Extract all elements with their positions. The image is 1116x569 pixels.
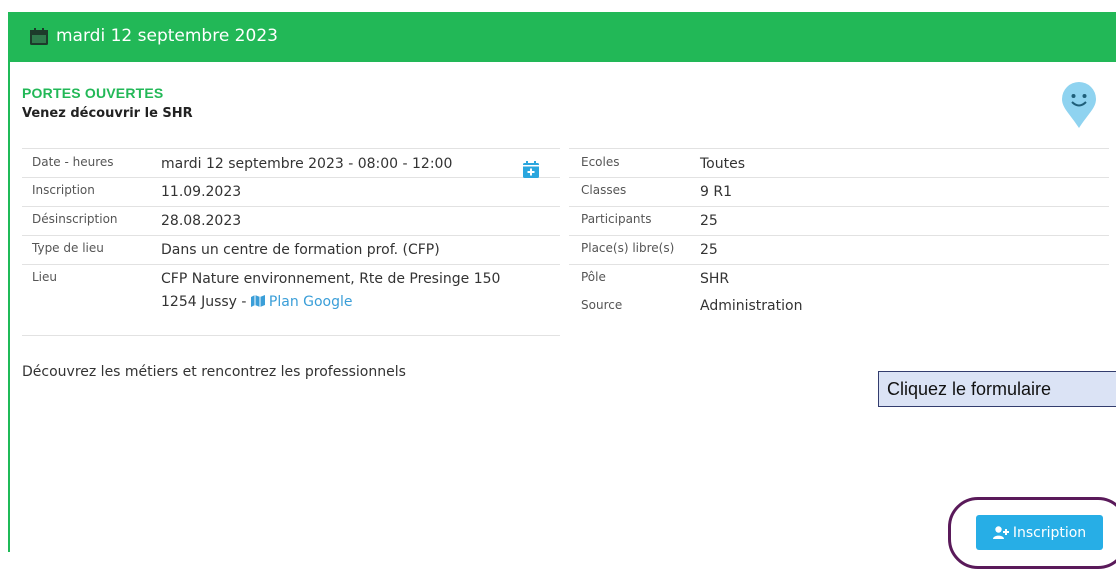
row-value: Administration xyxy=(700,298,803,314)
inscription-button[interactable]: Inscription xyxy=(976,515,1103,550)
row-value: CFP Nature environnement, Rte de Presing… xyxy=(161,271,501,287)
plan-google-link[interactable]: Plan Google xyxy=(269,294,353,310)
header-date-title: mardi 12 septembre 2023 xyxy=(56,26,278,46)
address-line2: 1254 Jussy - xyxy=(161,294,251,310)
table-row: Date - heures mardi 12 septembre 2023 - … xyxy=(22,148,560,174)
details-table-right: Ecoles Toutes Classes 9 R1 Participants … xyxy=(569,148,1109,338)
inscription-label: Inscription xyxy=(1012,524,1087,541)
row-value: Dans un centre de formation prof. (CFP) xyxy=(161,242,440,258)
row-value: 25 xyxy=(700,213,718,229)
card-header: mardi 12 septembre 2023 xyxy=(10,12,1116,62)
event-description: Découvrez les métiers et rencontrez les … xyxy=(22,364,406,380)
row-value: Toutes xyxy=(700,156,746,172)
row-label: Classes xyxy=(581,183,627,197)
smiley-marker-icon xyxy=(1062,82,1096,128)
table-row: Inscription 11.09.2023 xyxy=(22,177,560,203)
row-value: 11.09.2023 xyxy=(161,184,242,200)
row-value: 25 xyxy=(700,242,718,258)
table-row: Classes 9 R1 xyxy=(569,177,1109,203)
calendar-plus-icon[interactable] xyxy=(523,161,539,178)
row-value: mardi 12 septembre 2023 - 08:00 - 12:00 xyxy=(161,156,453,172)
map-icon xyxy=(250,295,265,307)
row-label: Inscription xyxy=(32,183,95,197)
row-label: Source xyxy=(581,298,623,312)
table-row: Pôle SHR xyxy=(569,264,1109,290)
instruction-callout: Cliquez le formulaire xyxy=(878,371,1116,407)
table-row: Type de lieu Dans un centre de formation… xyxy=(22,235,560,261)
row-label: Désinscription xyxy=(32,212,118,226)
row-label: Type de lieu xyxy=(32,241,104,255)
calendar-icon xyxy=(30,28,48,45)
details-table-left: Date - heures mardi 12 septembre 2023 - … xyxy=(22,148,560,336)
user-plus-icon xyxy=(992,526,1009,539)
table-row: Participants 25 xyxy=(569,206,1109,232)
event-subtitle: Venez découvrir le SHR xyxy=(22,106,193,121)
row-value: 9 R1 xyxy=(700,184,732,200)
row-label: Date - heures xyxy=(32,155,114,169)
table-row: Lieu CFP Nature environnement, Rte de Pr… xyxy=(22,264,560,336)
row-label: Ecoles xyxy=(581,155,620,169)
row-value: 28.08.2023 xyxy=(161,213,242,229)
row-label: Participants xyxy=(581,212,652,226)
event-card: mardi 12 septembre 2023 PORTES OUVERTES … xyxy=(8,12,1116,552)
row-label: Place(s) libre(s) xyxy=(581,241,675,255)
table-row: Source Administration xyxy=(569,293,1109,333)
row-value-line2: 1254 Jussy - Plan Google xyxy=(161,294,353,310)
table-row: Désinscription 28.08.2023 xyxy=(22,206,560,232)
event-category: PORTES OUVERTES xyxy=(22,85,164,101)
table-row: Ecoles Toutes xyxy=(569,148,1109,174)
row-label: Lieu xyxy=(32,270,58,284)
row-label: Pôle xyxy=(581,270,606,284)
row-value: SHR xyxy=(700,271,730,287)
table-row: Place(s) libre(s) 25 xyxy=(569,235,1109,261)
